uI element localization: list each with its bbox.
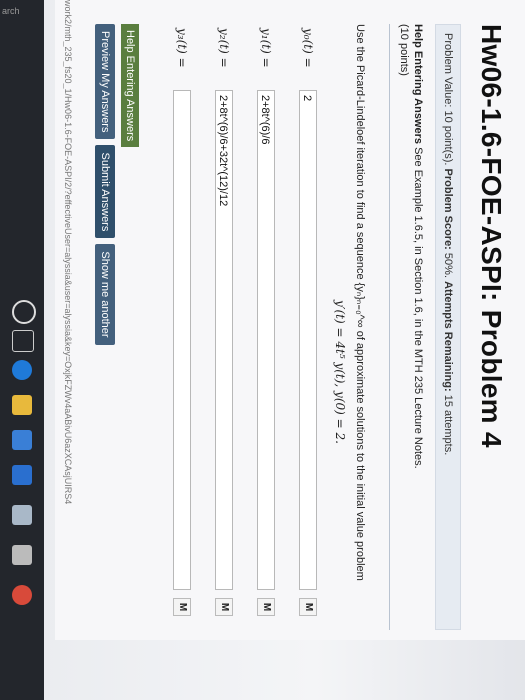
- file-explorer-icon[interactable]: [12, 395, 32, 415]
- attempts-label: Attempts Remaining:: [442, 281, 454, 392]
- help-entering-answers-link[interactable]: Help Entering Answers: [121, 24, 139, 148]
- search-circle-icon[interactable]: [12, 300, 36, 324]
- math-editor-button-y1[interactable]: M: [257, 598, 275, 616]
- status-url: work2/mth_235_fs20_1/Hw06-1.6-FOE-ASPI/2…: [63, 0, 73, 505]
- task-view-icon[interactable]: [12, 330, 34, 352]
- answer-row-y1: y₁(t) = 2+8t^(6)/6 M: [255, 28, 277, 616]
- math-editor-button-y0[interactable]: M: [299, 598, 317, 616]
- points-text: (10 points): [397, 24, 410, 76]
- answer-input-y0[interactable]: 2: [299, 90, 317, 590]
- store-icon[interactable]: [12, 430, 32, 450]
- action-buttons: Preview My Answers Submit Answers Show m…: [95, 24, 115, 345]
- windows-taskbar: arch: [0, 0, 44, 700]
- taskbar-search-label: arch: [2, 6, 20, 16]
- answer-label-y3: y₃(t) =: [175, 28, 189, 68]
- help-section: Help Entering Answers See Example 1.6.5,…: [389, 24, 425, 630]
- page-title: Hw06-1.6-FOE-ASPI: Problem 4: [476, 24, 507, 448]
- dropbox-icon[interactable]: [12, 505, 32, 525]
- problem-value: 10 point(s).: [442, 110, 454, 166]
- photo-scene: arch Hw06-1.6-FOE-ASPI: Problem 4 Proble…: [0, 0, 525, 700]
- answer-label-y2: y₂(t) =: [217, 28, 231, 68]
- math-editor-button-y2[interactable]: M: [215, 598, 233, 616]
- answer-input-y3[interactable]: [173, 90, 191, 590]
- question-text: Use the Picard-Lindeloef iteration to fi…: [354, 24, 366, 581]
- attempts-remaining: 15 attempts.: [442, 394, 454, 456]
- problem-score-label: Problem Score:: [442, 168, 454, 250]
- answer-row-y2: y₂(t) = 2+8t^(6)/6+32t^(12)/12 M: [213, 28, 235, 616]
- problem-meta-bar: Problem Value: 10 point(s). Problem Scor…: [435, 24, 461, 630]
- help-reference-text: See Example 1.6.5, in Section 1.6, in th…: [412, 147, 424, 469]
- preview-answers-button[interactable]: Preview My Answers: [95, 24, 115, 140]
- webwork-problem-page: Hw06-1.6-FOE-ASPI: Problem 4 Problem Val…: [55, 0, 525, 640]
- show-another-button[interactable]: Show me another: [95, 244, 115, 345]
- submit-answers-button[interactable]: Submit Answers: [95, 145, 115, 239]
- problem-value-label: Problem Value:: [442, 33, 454, 108]
- chrome-icon[interactable]: [12, 585, 32, 605]
- mail-icon[interactable]: [12, 465, 32, 485]
- answer-input-y1[interactable]: 2+8t^(6)/6: [257, 90, 275, 590]
- answer-input-y2[interactable]: 2+8t^(6)/6+32t^(12)/12: [215, 90, 233, 590]
- help-entering-answers-label[interactable]: Help Entering Answers: [412, 24, 424, 144]
- edge-browser-icon[interactable]: [12, 360, 32, 380]
- answer-label-y0: y₀(t) =: [301, 28, 315, 68]
- ivp-equation: y′(t) = 4t⁵ y(t), y(0) = 2.: [333, 300, 347, 444]
- arrows-icon[interactable]: [12, 545, 32, 565]
- answer-row-y0: y₀(t) = 2 M: [297, 28, 319, 616]
- answer-label-y1: y₁(t) =: [259, 28, 273, 68]
- problem-score: 50%.: [442, 252, 454, 278]
- answer-row-y3: y₃(t) = M: [171, 28, 193, 616]
- math-editor-button-y3[interactable]: M: [173, 598, 191, 616]
